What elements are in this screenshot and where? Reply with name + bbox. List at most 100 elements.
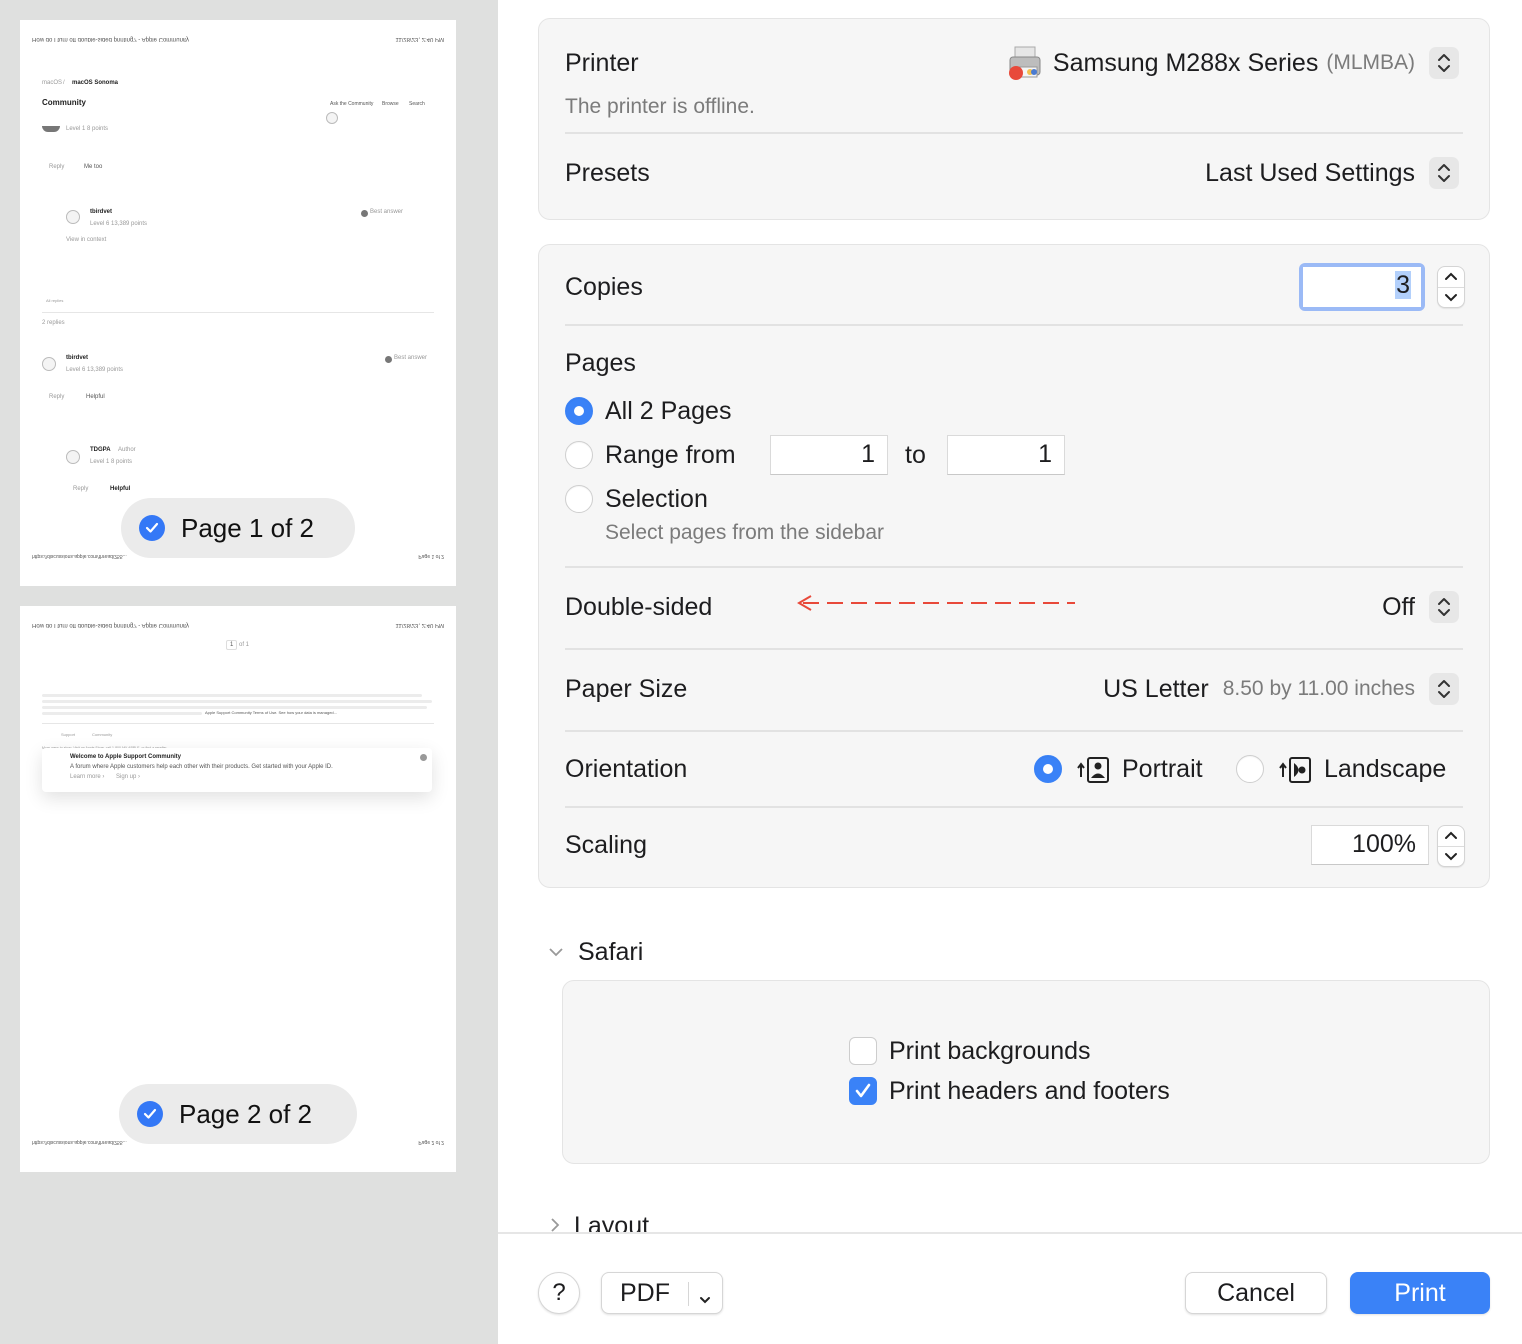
page-selection-badge[interactable]: Page 1 of 2 <box>121 498 355 558</box>
portrait-icon <box>1077 755 1113 790</box>
print-options-card: Copies 3 Pages All 2 Pages Range from 1 … <box>538 244 1490 888</box>
nav-link: Ask the Community <box>330 101 374 107</box>
divider <box>565 730 1463 732</box>
nav-link: Browse <box>382 101 399 107</box>
user-avatar <box>42 126 60 132</box>
range-from-field[interactable]: 1 <box>770 435 888 475</box>
printer-label: Printer <box>565 49 639 77</box>
pages-label: Pages <box>565 349 636 377</box>
copies-stepper[interactable] <box>1437 266 1465 308</box>
portrait-radio[interactable] <box>1034 755 1062 783</box>
page-selection-badge[interactable]: Page 2 of 2 <box>119 1084 357 1144</box>
divider <box>565 806 1463 808</box>
disclaimer-line <box>42 694 422 697</box>
best-answer-icon <box>385 356 392 363</box>
print-headers-footers-checkbox[interactable] <box>849 1077 877 1105</box>
paper-size-value: US Letter <box>1103 674 1209 703</box>
checkmark-circle-icon <box>139 515 165 541</box>
selection-label: Selection <box>605 485 708 513</box>
safari-section-toggle[interactable]: Safari <box>548 938 643 967</box>
divider <box>42 312 434 313</box>
chevron-up-icon[interactable] <box>1444 272 1458 282</box>
annotation-arrow-icon <box>797 595 1075 611</box>
print-header-title: How do I turn off double-sided printing?… <box>32 36 189 42</box>
print-footer-page: Page 1 of 2 <box>418 553 444 559</box>
safari-options-card: Print backgrounds Print headers and foot… <box>562 980 1490 1164</box>
printer-name: Samsung M288x Series <box>1052 48 1319 77</box>
double-sided-popup[interactable]: Off <box>1382 591 1459 623</box>
updown-chevron-icon <box>1429 591 1459 623</box>
print-footer-page: Page 2 of 2 <box>418 1139 444 1145</box>
best-answer-badge: Best answer <box>370 209 404 215</box>
user-meta: Level 6 13,389 points <box>90 221 148 227</box>
scaling-stepper[interactable] <box>1437 825 1465 867</box>
all-pages-radio[interactable] <box>565 397 593 425</box>
help-button[interactable]: ? <box>538 1272 580 1314</box>
safari-section-title: Safari <box>578 938 644 966</box>
updown-chevron-icon <box>1429 157 1459 189</box>
range-radio[interactable] <box>565 441 593 469</box>
close-icon <box>420 754 427 761</box>
cancel-button[interactable]: Cancel <box>1185 1272 1327 1314</box>
all-replies-label: All replies <box>46 298 64 303</box>
scaling-field[interactable]: 100% <box>1311 825 1429 865</box>
sign-up-link: Sign up › <box>116 774 141 780</box>
divider <box>565 324 1463 326</box>
username: tbirdvet <box>90 209 113 215</box>
checkmark-circle-icon <box>137 1101 163 1127</box>
copies-value: 3 <box>1395 271 1411 299</box>
selection-radio[interactable] <box>565 485 593 513</box>
print-button[interactable]: Print <box>1350 1272 1490 1314</box>
all-pages-label: All 2 Pages <box>605 397 732 425</box>
page-thumbnail-2[interactable]: How do I turn off double-sided printing?… <box>20 606 456 1172</box>
reply-link: Reply <box>49 394 65 400</box>
printer-status: The printer is offline. <box>565 95 755 118</box>
print-header-title: How do I turn off double-sided printing?… <box>32 622 189 628</box>
range-to-field[interactable]: 1 <box>947 435 1065 475</box>
printer-location: (MLMBA) <box>1326 51 1415 74</box>
username: TDGPA <box>90 447 111 453</box>
pdf-menu-button[interactable]: PDF <box>601 1272 723 1314</box>
author-tag: Author <box>118 447 136 453</box>
presets-label: Presets <box>565 159 650 187</box>
replies-count: 2 replies <box>42 320 65 326</box>
print-header-date: 11/28/23, 2:40 PM <box>395 622 444 628</box>
user-avatar <box>42 357 56 371</box>
reply-link: Reply <box>49 164 65 170</box>
reply-link: Reply <box>73 486 89 492</box>
selection-hint: Select pages from the sidebar <box>605 521 884 544</box>
best-answer-icon <box>361 210 368 217</box>
portrait-label: Portrait <box>1122 755 1203 783</box>
updown-chevron-icon <box>1429 47 1459 79</box>
helpful-link: Helpful <box>86 394 105 400</box>
separator <box>688 1282 689 1306</box>
footer-nav-item: Support <box>61 732 76 737</box>
page-preview-sidebar: How do I turn off double-sided printing?… <box>0 0 498 1344</box>
chevron-up-icon[interactable] <box>1444 831 1458 841</box>
copies-field[interactable]: 3 <box>1299 263 1425 311</box>
site-title: Community <box>42 98 86 107</box>
print-footer-url: https://discussions.apple.com/thread/255… <box>32 553 127 559</box>
breadcrumb-separator: / <box>63 80 65 86</box>
print-footer-url: https://discussions.apple.com/thread/255… <box>32 1139 127 1145</box>
paper-size-popup[interactable]: US Letter 8.50 by 11.00 inches <box>1103 673 1459 705</box>
chevron-down-icon[interactable] <box>698 1285 712 1314</box>
copies-label: Copies <box>565 273 643 301</box>
page-thumbnail-1[interactable]: How do I turn off double-sided printing?… <box>20 20 456 586</box>
paper-size-detail: 8.50 by 11.00 inches <box>1222 677 1415 700</box>
double-sided-value: Off <box>1382 592 1415 621</box>
best-answer-badge: Best answer <box>394 355 428 361</box>
helpful-link: Helpful <box>110 486 131 492</box>
footer-nav-item: Community <box>92 732 113 737</box>
dialog-footer: ? PDF Cancel Print <box>498 1232 1522 1344</box>
chevron-down-icon <box>548 944 564 962</box>
disclaimer-line <box>42 700 432 703</box>
orientation-label: Orientation <box>565 755 688 783</box>
landscape-radio[interactable] <box>1236 755 1264 783</box>
chevron-down-icon[interactable] <box>1444 292 1458 302</box>
presets-popup[interactable]: Last Used Settings <box>1205 157 1459 189</box>
printer-popup[interactable]: Samsung M288x Series (MLMBA) <box>1007 45 1459 81</box>
chevron-down-icon[interactable] <box>1444 851 1458 861</box>
print-backgrounds-checkbox[interactable] <box>849 1037 877 1065</box>
divider <box>565 132 1463 134</box>
